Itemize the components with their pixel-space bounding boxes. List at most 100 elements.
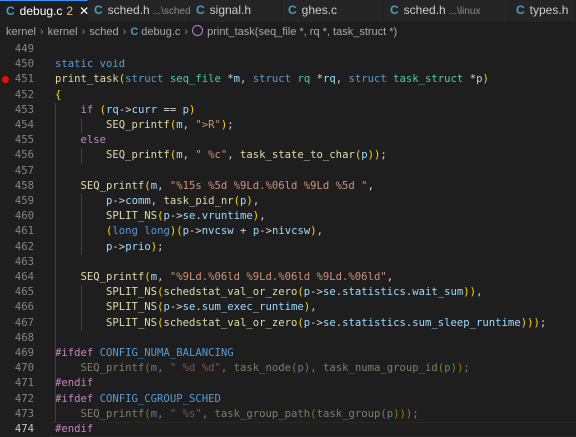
code-token: statistics bbox=[342, 286, 406, 299]
tab-sched-h[interactable]: Csched.h ...\sched bbox=[88, 0, 191, 22]
code-token: #ifdef bbox=[55, 347, 100, 359]
code-token: se bbox=[182, 210, 196, 223]
code-text: SEQ_printf(m, "%9Ld.%06ld %9Ld.%06ld %9L… bbox=[55, 270, 394, 285]
code-token: comm bbox=[125, 195, 151, 207]
code-line: 473 SEQ_printf(m, " %s", task_group_path… bbox=[0, 407, 576, 422]
code-token: long long bbox=[112, 225, 170, 238]
code-token: struct bbox=[252, 73, 298, 86]
code-token: ))) bbox=[520, 316, 540, 329]
code-token: , bbox=[252, 195, 260, 207]
code-line: 460 SPLIT_NS(p->se.vruntime), bbox=[0, 209, 576, 224]
code-text: p->comm, task_pid_nr(p), bbox=[55, 194, 259, 209]
line-number: 460 bbox=[14, 210, 34, 223]
code-token: , bbox=[227, 149, 241, 162]
tab-sched-h[interactable]: Csched.h ...\linux bbox=[384, 0, 510, 22]
code-text: print_task(struct seq_file *m, struct rq… bbox=[55, 72, 489, 87]
code-text: SEQ_printf(m, " %c", task_state_to_char(… bbox=[55, 148, 387, 163]
code-token: , bbox=[157, 179, 170, 192]
indent-guide bbox=[80, 194, 82, 255]
code-text: p->prio); bbox=[55, 240, 163, 255]
code-token: { bbox=[55, 88, 62, 101]
code-token: void bbox=[99, 58, 126, 71]
code-line: 450 static void bbox=[0, 57, 576, 72]
code-token: ))) bbox=[393, 407, 413, 420]
code-token: , bbox=[367, 179, 374, 192]
code-line: 452 { bbox=[0, 88, 576, 103]
code-text: SEQ_printf(m, "%15s %5d %9Ld.%06ld %9Ld … bbox=[55, 179, 374, 194]
code-token: task_pid_nr bbox=[163, 195, 234, 207]
tab-path: ...\sched bbox=[152, 6, 191, 17]
code-token: , bbox=[476, 286, 483, 299]
breadcrumb-item[interactable]: sched bbox=[89, 26, 118, 38]
chevron-right-icon: › bbox=[81, 26, 86, 38]
code-token: #endif bbox=[55, 377, 94, 390]
code-token: SEQ_printf bbox=[80, 407, 145, 420]
line-number: 467 bbox=[14, 316, 34, 329]
code-token: vruntime bbox=[201, 210, 253, 223]
tab-ghes-c[interactable]: Cghes.c bbox=[282, 0, 384, 22]
line-number: 450 bbox=[14, 58, 34, 71]
code-token: + bbox=[240, 225, 253, 238]
tab-debug-c[interactable]: Cdebug.c 2 ✕ bbox=[0, 0, 89, 22]
line-number: 466 bbox=[14, 301, 34, 314]
code-token: ; bbox=[463, 362, 470, 375]
code-token: , bbox=[335, 73, 349, 86]
code-text: #endif bbox=[55, 376, 93, 391]
code-line: 463 bbox=[0, 255, 576, 270]
code-line: 453 if (rq->curr == p) bbox=[0, 103, 576, 118]
code-line: 457 bbox=[0, 164, 576, 179]
breadcrumb-item[interactable]: kernel bbox=[6, 26, 36, 38]
code-text: SPLIT_NS(schedstat_val_or_zero(p->se.sta… bbox=[55, 285, 482, 300]
code-line: 456 SEQ_printf(m, " %c", task_state_to_c… bbox=[0, 148, 576, 163]
code-text: SEQ_printf(m, " %s", task_group_path(tas… bbox=[55, 407, 419, 422]
code-token: , bbox=[157, 362, 170, 375]
tab-label: debug.c bbox=[19, 4, 63, 18]
code-token: statistics bbox=[342, 316, 406, 329]
code-line: 465 SPLIT_NS(schedstat_val_or_zero(p->se… bbox=[0, 285, 576, 300]
code-token: seq_file bbox=[169, 73, 228, 86]
breadcrumb-item[interactable]: kernel bbox=[48, 26, 78, 38]
c-file-icon: C bbox=[6, 4, 15, 18]
line-number: 465 bbox=[14, 286, 34, 299]
indent-guide bbox=[80, 285, 82, 331]
code-token: task_struct bbox=[393, 73, 470, 86]
code-token: struct bbox=[348, 73, 394, 86]
c-file-icon: C bbox=[390, 3, 399, 17]
line-number: 461 bbox=[14, 225, 34, 238]
code-token: curr bbox=[131, 103, 164, 116]
breadcrumb-item[interactable]: debug.c bbox=[141, 26, 180, 38]
code-line: 462 p->prio); bbox=[0, 240, 576, 255]
code-token: " %d %d" bbox=[169, 362, 221, 375]
code-token: ; bbox=[157, 240, 164, 253]
c-file-icon: C bbox=[130, 26, 139, 38]
indent-guide bbox=[55, 102, 56, 377]
code-token: prio bbox=[125, 240, 151, 253]
code-line: 461 (long long)(p->nvcsw + p->nivcsw), bbox=[0, 224, 576, 239]
code-token: CONFIG_CGROUP_SCHED bbox=[99, 392, 221, 405]
tab-label: sched.h bbox=[403, 3, 446, 17]
code-token: nvcsw bbox=[201, 225, 241, 238]
code-text: (long long)(p->nvcsw + p->nivcsw), bbox=[55, 224, 323, 239]
code-editor[interactable]: 449 450 static void 451 print_task(struct se… bbox=[0, 42, 576, 437]
code-line: 466 SPLIT_NS(p->se.sum_exec_runtime), bbox=[0, 300, 576, 315]
line-number: 468 bbox=[14, 331, 34, 344]
code-token: -> bbox=[169, 210, 183, 223]
tab-types-h[interactable]: Ctypes.h bbox=[510, 0, 576, 22]
code-token: SPLIT_NS bbox=[106, 210, 158, 223]
tab-signal-h[interactable]: Csignal.h bbox=[190, 0, 282, 22]
breadcrumb-symbol[interactable]: print_task(seq_file *, rq *, task_struct… bbox=[207, 26, 397, 38]
code-token: rq bbox=[322, 73, 336, 86]
code-line: 469 #ifdef CONFIG_NUMA_BALANCING bbox=[0, 346, 576, 361]
code-line: 472 #ifdef CONFIG_CGROUP_SCHED bbox=[0, 392, 576, 407]
code-token: task_node bbox=[233, 362, 292, 375]
line-number: 469 bbox=[14, 347, 34, 359]
line-number: 457 bbox=[14, 164, 34, 177]
code-token: CONFIG_NUMA_BALANCING bbox=[99, 347, 234, 359]
code-token: #endif bbox=[55, 423, 94, 435]
code-token: SEQ_printf bbox=[106, 149, 170, 162]
code-token: se bbox=[182, 301, 196, 314]
code-token: rq bbox=[297, 73, 317, 86]
code-text: #ifdef CONFIG_CGROUP_SCHED bbox=[55, 392, 221, 407]
code-token: , bbox=[316, 225, 324, 238]
